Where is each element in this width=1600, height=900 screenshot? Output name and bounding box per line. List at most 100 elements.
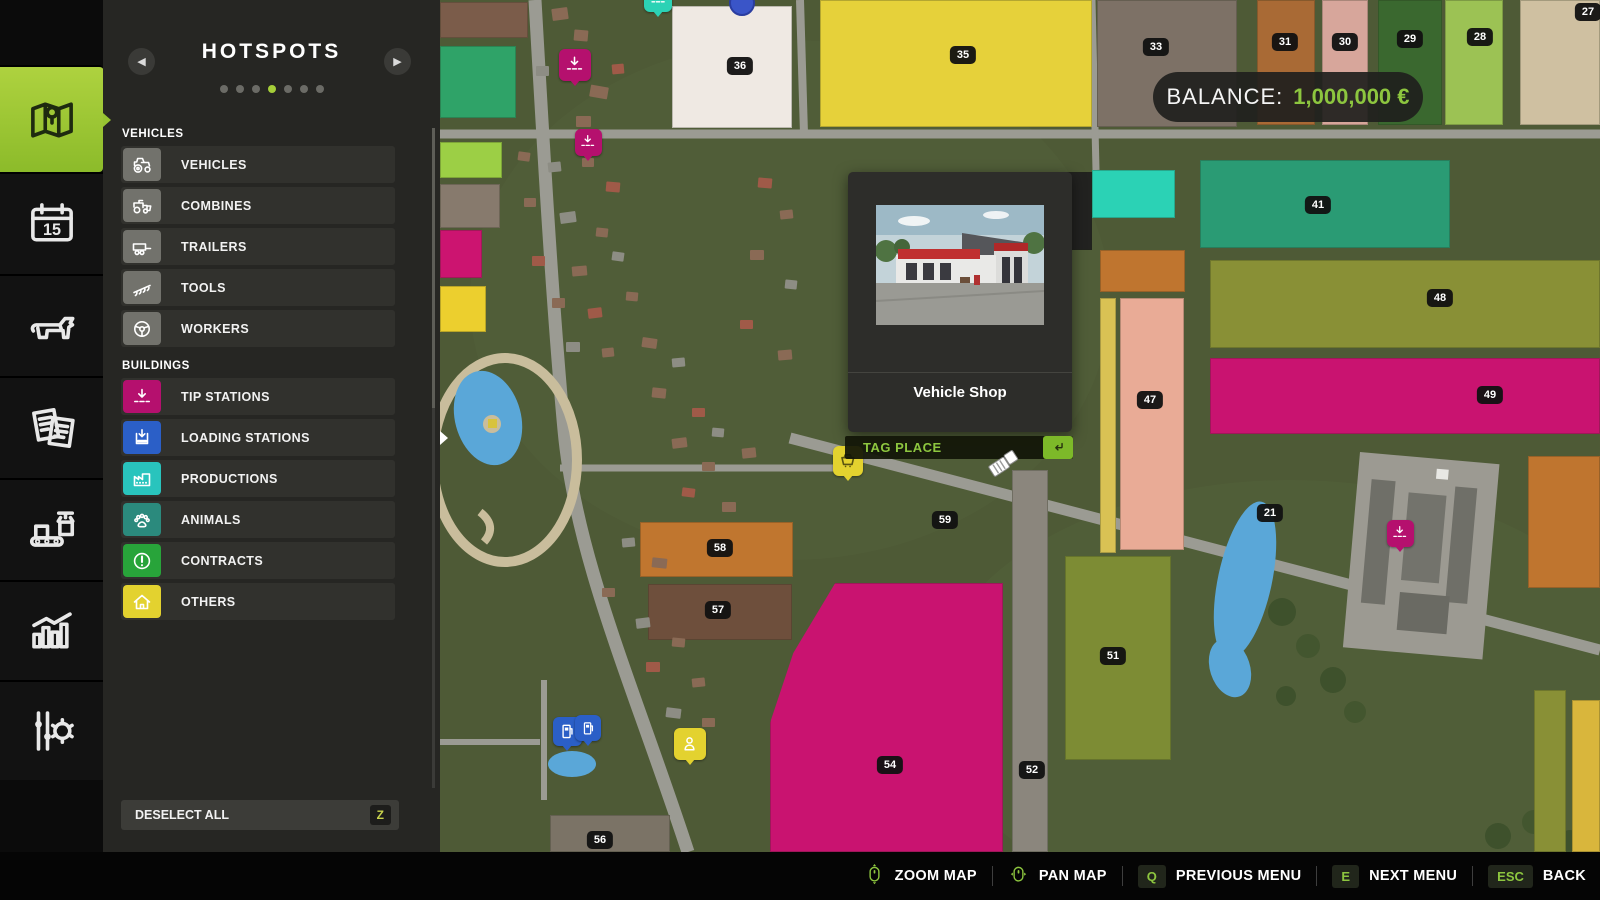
field-number-badge: 57 — [705, 601, 731, 619]
village-house — [742, 447, 757, 458]
village-house — [778, 349, 793, 360]
village-house — [596, 227, 609, 237]
village-house — [612, 63, 625, 74]
hotkey-next-menu[interactable]: ENEXT MENU — [1332, 865, 1457, 888]
field-patch[interactable] — [1100, 298, 1116, 553]
sliders-gear-icon — [25, 704, 79, 758]
field-patch[interactable] — [440, 286, 486, 332]
field-number-badge: 28 — [1467, 28, 1493, 46]
field-patch[interactable] — [440, 184, 500, 228]
hotkey-divider — [1472, 866, 1473, 886]
field-47[interactable] — [1120, 298, 1184, 550]
next-page-button[interactable]: ▶ — [384, 48, 411, 75]
field-48[interactable] — [1210, 260, 1600, 348]
village-house — [702, 462, 715, 471]
village-house — [652, 557, 668, 569]
production-marker[interactable] — [644, 0, 672, 12]
hotspot-filter-vehicles[interactable]: VEHICLES — [121, 146, 395, 183]
balance-pill: BALANCE: 1,000,000 € — [1153, 72, 1423, 122]
hotspot-filter-label: COMBINES — [181, 199, 252, 213]
field-patch[interactable] — [1092, 170, 1175, 218]
hotspot-filter-combines[interactable]: COMBINES — [121, 187, 395, 224]
field-number-badge: 29 — [1397, 30, 1423, 48]
map-view[interactable]: 3635333130292827414849475152545857562159… — [440, 0, 1600, 852]
panel-scrollbar[interactable] — [432, 128, 435, 788]
field-28[interactable] — [1445, 0, 1503, 125]
hotkey-label: ZOOM MAP — [895, 868, 977, 884]
field-patch[interactable] — [1572, 700, 1600, 852]
hotspot-filter-label: VEHICLES — [181, 158, 247, 172]
field-patch[interactable] — [440, 2, 528, 38]
hotspot-filter-contracts[interactable]: CONTRACTS — [121, 542, 395, 579]
field-patch[interactable] — [440, 230, 482, 278]
panel-title: HOTSPOTS — [202, 40, 342, 63]
village-house — [611, 251, 624, 262]
worker-marker[interactable] — [674, 728, 706, 760]
paw-icon — [123, 503, 161, 536]
nav-item-contracts[interactable] — [0, 376, 103, 478]
hotspot-filter-loading-stations[interactable]: LOADING STATIONS — [121, 419, 395, 456]
village-house — [532, 256, 545, 266]
hotspot-filter-tip-stations[interactable]: TIP STATIONS — [121, 378, 395, 415]
nav-item-calendar[interactable]: 15 — [0, 172, 103, 274]
tip-station-marker[interactable] — [559, 49, 591, 81]
field-number-badge: 30 — [1332, 33, 1358, 51]
deselect-all-button[interactable]: DESELECT ALL Z — [121, 800, 399, 830]
village-house — [722, 502, 736, 512]
field-number-badge: 35 — [950, 46, 976, 64]
panel-collapse-arrow[interactable] — [440, 431, 448, 445]
hotspot-filter-productions[interactable]: PRODUCTIONS — [121, 460, 395, 497]
tip-station-marker[interactable] — [575, 129, 602, 156]
field-patch[interactable] — [440, 46, 516, 118]
hotspot-filter-label: OTHERS — [181, 595, 236, 609]
documents-icon — [25, 401, 79, 455]
village-house — [692, 677, 706, 687]
nav-item-animals[interactable] — [0, 274, 103, 376]
village-house — [635, 617, 650, 629]
nav-item-production[interactable] — [0, 478, 103, 580]
hotkey-previous-menu[interactable]: QPREVIOUS MENU — [1138, 865, 1302, 888]
conveyor-icon — [25, 503, 79, 557]
hotkey-zoom-map[interactable]: ZOOM MAP — [864, 863, 977, 889]
field-49[interactable] — [1210, 358, 1600, 434]
tip-station-marker[interactable] — [1387, 520, 1414, 547]
village-house — [758, 177, 773, 188]
village-house — [626, 291, 639, 301]
hotkey-back[interactable]: ESCBACK — [1488, 865, 1586, 888]
factory-icon — [123, 462, 161, 495]
nav-item-statistics[interactable] — [0, 580, 103, 680]
village-house — [785, 279, 798, 289]
hotspot-filter-label: TOOLS — [181, 281, 226, 295]
village-house — [602, 588, 615, 597]
hotspot-filter-label: CONTRACTS — [181, 554, 263, 568]
left-nav: 15 — [0, 0, 103, 852]
field-52[interactable] — [1012, 470, 1048, 852]
hotkey-divider — [1122, 866, 1123, 886]
field-number-badge: 31 — [1272, 33, 1298, 51]
key-badge-esc: ESC — [1488, 865, 1533, 888]
village-house — [587, 307, 602, 319]
page-dot — [236, 85, 244, 93]
steering-wheel-icon — [123, 312, 161, 345]
hotkey-pan-map[interactable]: PAN MAP — [1008, 863, 1107, 889]
deselect-key-badge: Z — [370, 805, 391, 825]
village-house — [559, 211, 576, 224]
hotspot-filter-others[interactable]: OTHERS — [121, 583, 395, 620]
village-house — [524, 198, 536, 207]
combine-icon — [123, 189, 161, 222]
field-patch[interactable] — [1528, 456, 1600, 588]
hotspot-filter-animals[interactable]: ANIMALS — [121, 501, 395, 538]
hotspot-filter-workers[interactable]: WORKERS — [121, 310, 395, 347]
nav-item-map[interactable] — [0, 65, 103, 172]
fuel-station-marker[interactable] — [575, 715, 601, 741]
nav-item-settings[interactable] — [0, 680, 103, 780]
field-patch[interactable] — [440, 142, 502, 178]
field-patch[interactable] — [1534, 690, 1566, 852]
tag-place-button[interactable] — [1043, 436, 1073, 459]
field-patch[interactable] — [1100, 250, 1185, 292]
chart-icon — [25, 604, 79, 658]
village-house — [551, 7, 569, 21]
village-house — [692, 408, 705, 417]
hotspot-filter-trailers[interactable]: TRAILERS — [121, 228, 395, 265]
hotspot-filter-tools[interactable]: TOOLS — [121, 269, 395, 306]
